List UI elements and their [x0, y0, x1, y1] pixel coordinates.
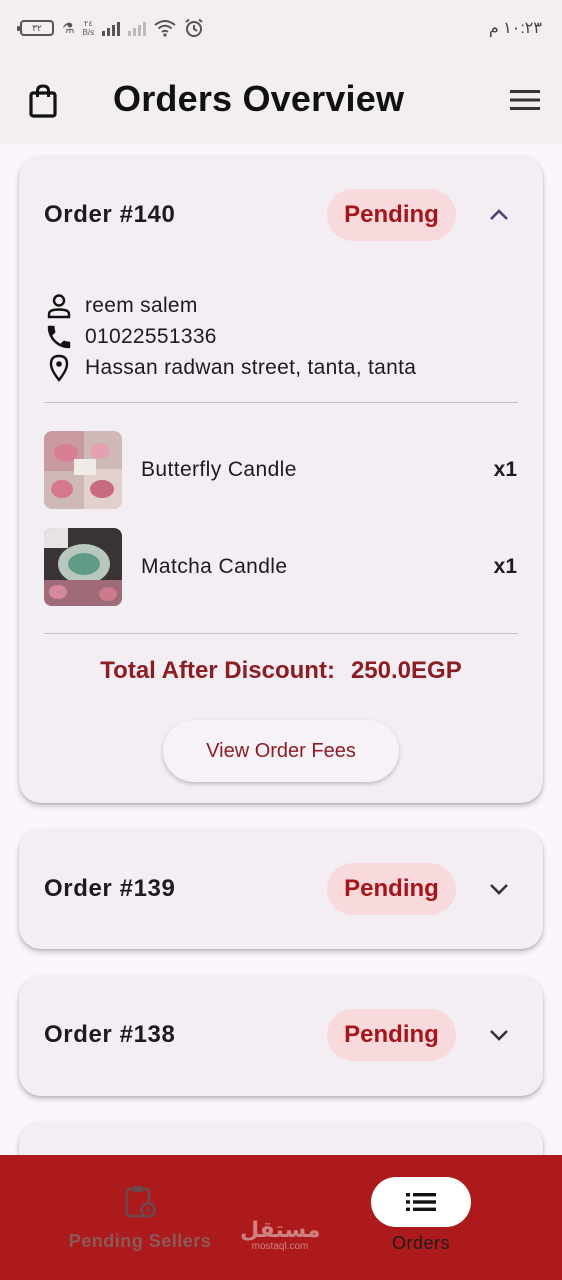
status-badge: Pending	[327, 863, 456, 915]
net-speed-unit: B/s	[82, 28, 95, 37]
flask-icon: ⚗	[62, 19, 75, 36]
person-icon	[47, 294, 71, 319]
page-title: Orders Overview	[113, 78, 405, 119]
customer-name: reem salem	[85, 294, 198, 317]
signal-icon	[102, 20, 121, 36]
battery-icon: ٣٢	[17, 20, 54, 36]
customer-address: Hassan radwan street, tanta, tanta	[85, 356, 417, 379]
product-quantity: x1	[493, 458, 517, 481]
order-title: Order #139	[44, 875, 176, 902]
nav-item-pending-sellers[interactable]: Pending Sellers	[60, 1155, 220, 1280]
signal-2-icon	[128, 20, 147, 36]
wifi-icon	[154, 20, 176, 37]
customer-phone: 01022551336	[85, 325, 217, 348]
divider	[44, 633, 518, 634]
order-card[interactable]: Order #140 Pending reem salem 0102255133…	[19, 156, 543, 803]
nav-label: Orders	[391, 1233, 450, 1253]
status-time: ١٠:٢٣ م	[488, 20, 542, 37]
bottom-navigation: Pending Sellers Orders	[0, 1155, 562, 1280]
order-card[interactable]: Order #138 Pending	[19, 976, 543, 1096]
status-bar: ٣٢ ⚗ ٢٤ B/s ١٠:٢٣ م	[0, 0, 562, 56]
total-row: Total After Discount: 250.0EGP	[19, 657, 543, 685]
app-bar: Orders Overview	[0, 56, 562, 144]
battery-level: ٣٢	[32, 22, 42, 33]
location-pin-icon	[49, 354, 69, 382]
nav-item-orders[interactable]: Orders	[340, 1155, 502, 1280]
address-row: Hassan radwan street, tanta, tanta	[44, 353, 416, 383]
status-badge: Pending	[327, 1009, 456, 1061]
nav-active-indicator	[371, 1177, 471, 1227]
phone-row: 01022551336	[44, 322, 217, 352]
shopping-bag-icon	[29, 84, 57, 118]
clipboard-clock-icon	[123, 1183, 157, 1219]
order-title: Order #140	[44, 201, 176, 228]
net-speed: ٢٤ B/s	[83, 19, 95, 37]
view-order-fees-button[interactable]: View Order Fees	[163, 720, 399, 782]
total-label: Total After Discount:	[100, 657, 335, 684]
menu-icon[interactable]	[510, 89, 540, 111]
order-card[interactable]: Order #139 Pending	[19, 829, 543, 949]
product-quantity: x1	[493, 555, 517, 578]
phone-icon	[47, 325, 71, 349]
product-image	[44, 431, 122, 509]
chevron-up-icon[interactable]	[487, 203, 511, 227]
nav-label: Pending Sellers	[68, 1231, 212, 1251]
status-badge: Pending	[327, 189, 456, 241]
product-image	[44, 528, 122, 606]
alarm-icon	[185, 18, 203, 37]
net-speed-value: ٢٤	[84, 19, 93, 28]
order-title: Order #138	[44, 1021, 176, 1048]
chevron-down-icon[interactable]	[487, 877, 511, 901]
list-icon	[406, 1193, 436, 1211]
product-name: Butterfly Candle	[141, 458, 297, 481]
chevron-down-icon[interactable]	[487, 1023, 511, 1047]
product-name: Matcha Candle	[141, 555, 288, 578]
status-icons: ٣٢ ⚗ ٢٤ B/s	[17, 18, 204, 38]
divider	[44, 402, 518, 403]
total-amount: 250.0EGP	[350, 657, 462, 684]
customer-name-row: reem salem	[44, 291, 198, 321]
